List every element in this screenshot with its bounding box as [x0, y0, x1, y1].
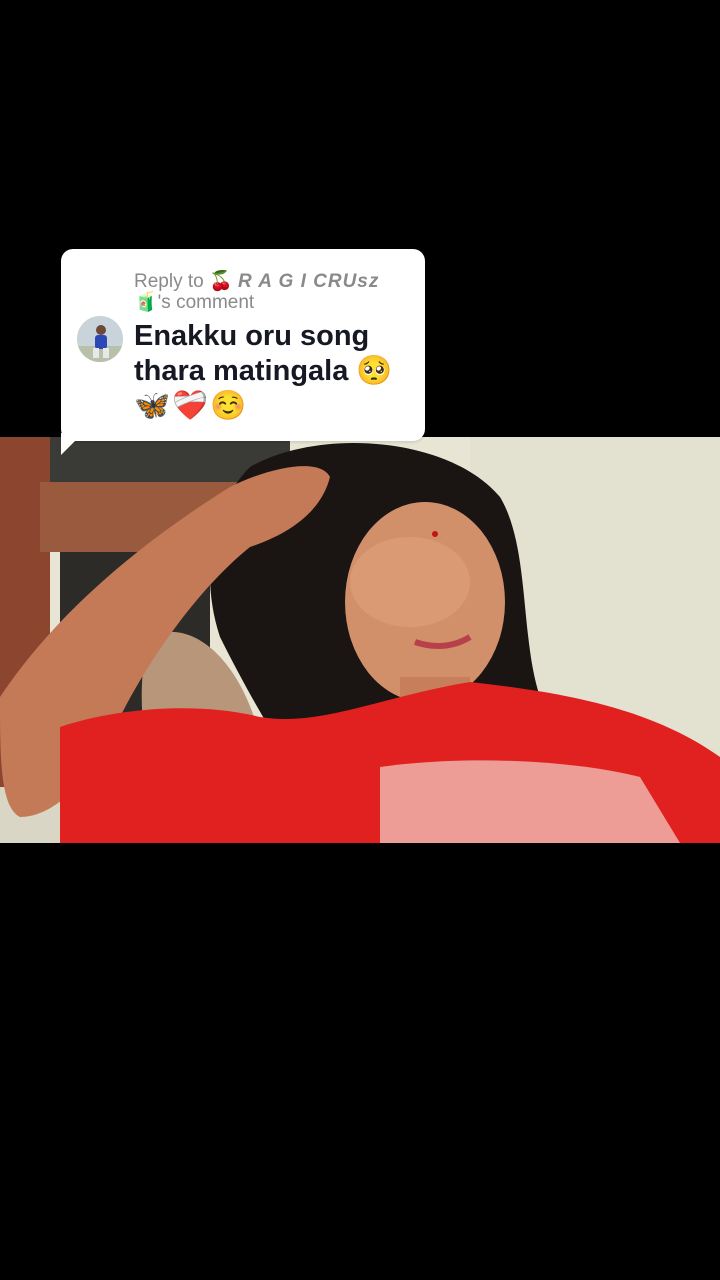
reply-comment-text: Enakku oru song thara matingala 🥺 🦋❤️‍🩹☺…: [134, 319, 414, 424]
avatar-image: [77, 316, 123, 362]
reply-suffix: 's comment: [157, 292, 255, 313]
username-emoji-left: 🍒: [208, 271, 233, 292]
video-screen[interactable]: Reply to 🍒 R A G I CRUsz 🧃's comment Ena…: [0, 0, 720, 1280]
reply-card-tail: [61, 433, 83, 455]
comment-emojis: 🦋❤️‍🩹☺️: [134, 390, 249, 422]
video-photo: [0, 437, 720, 843]
reply-header: Reply to 🍒 R A G I CRUsz 🧃's comment: [134, 271, 414, 313]
video-frame[interactable]: [0, 437, 720, 843]
username-emoji-right: 🧃: [134, 292, 158, 313]
reply-comment-card[interactable]: Reply to 🍒 R A G I CRUsz 🧃's comment Ena…: [61, 249, 425, 455]
reply-prefix: Reply to: [134, 271, 204, 292]
user-avatar-icon[interactable]: [77, 316, 123, 362]
comment-text: Enakku oru song thara matingala 🥺: [134, 320, 393, 387]
reply-username[interactable]: R A G I CRUsz: [238, 271, 379, 292]
